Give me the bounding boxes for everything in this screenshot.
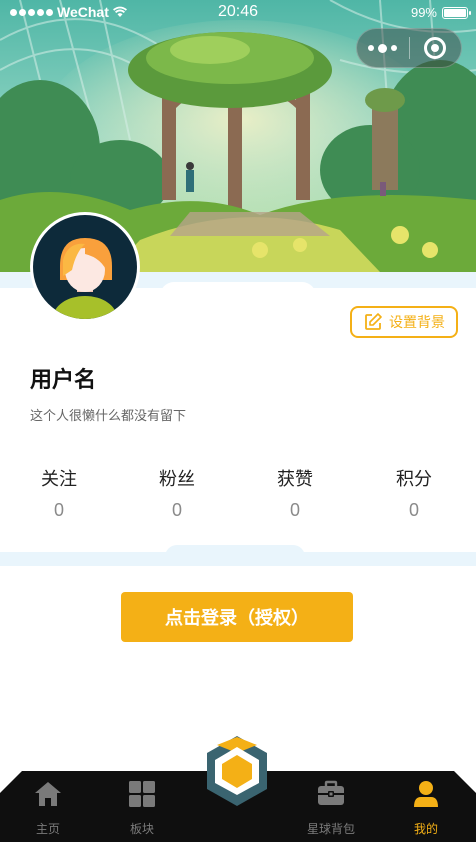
- card-bottom-notch: [165, 545, 305, 557]
- username: 用户名: [30, 368, 97, 393]
- stat-value: 0: [53, 500, 64, 520]
- stat-label: 关注: [41, 469, 77, 490]
- avatar[interactable]: [30, 212, 140, 322]
- battery-icon: [442, 6, 471, 19]
- more-dots-icon: [368, 43, 398, 53]
- stat-likes[interactable]: 获赞 0: [245, 466, 345, 521]
- stats-row: 关注 0 粉丝 0 获赞 0 积分 0: [0, 466, 476, 530]
- center-action-button[interactable]: [199, 733, 275, 809]
- capsule-more-button[interactable]: [357, 29, 409, 67]
- status-time: 20:46: [217, 3, 259, 20]
- user-bio: 这个人很懒什么都没有留下: [30, 409, 187, 424]
- tab-label: 板块: [129, 822, 154, 836]
- status-bar-right: 99%: [410, 5, 471, 20]
- stat-value: 0: [289, 500, 300, 520]
- tab-mine[interactable]: 我的: [378, 779, 474, 839]
- tab-label: 主页: [35, 822, 60, 836]
- stat-label: 获赞: [277, 469, 313, 490]
- grid-icon: [129, 781, 155, 807]
- tab-label: 星球背包: [306, 822, 355, 836]
- tab-planet-backpack[interactable]: 星球背包: [283, 779, 379, 839]
- stat-following[interactable]: 关注 0: [9, 466, 109, 521]
- user-icon: [414, 781, 438, 807]
- card-top-notch: [160, 282, 316, 300]
- tab-sections[interactable]: 板块: [94, 779, 190, 839]
- status-bar: WeChat 20:46 99%: [0, 0, 476, 26]
- mini-program-close-icon: [424, 37, 447, 59]
- set-background-button[interactable]: 设置背景: [350, 306, 458, 338]
- stat-label: 粉丝: [159, 469, 195, 490]
- mini-program-capsule: [356, 28, 462, 68]
- default-avatar-icon: [33, 215, 137, 319]
- stat-followers[interactable]: 粉丝 0: [127, 466, 227, 521]
- login-button[interactable]: 点击登录（授权）: [121, 592, 353, 642]
- set-background-label: 设置背景: [389, 315, 445, 331]
- stat-label: 积分: [396, 469, 432, 490]
- briefcase-icon: [318, 780, 344, 805]
- home-icon: [35, 782, 61, 806]
- tab-label: 我的: [413, 822, 438, 836]
- stat-value: 0: [171, 500, 182, 520]
- tab-home[interactable]: 主页: [0, 779, 96, 839]
- stat-points[interactable]: 积分 0: [364, 466, 464, 521]
- battery-percent: 99%: [410, 5, 437, 20]
- center-hexagon-icon: [207, 736, 267, 806]
- edit-icon: [365, 313, 382, 330]
- capsule-close-button[interactable]: [410, 29, 462, 67]
- stat-value: 0: [408, 500, 419, 520]
